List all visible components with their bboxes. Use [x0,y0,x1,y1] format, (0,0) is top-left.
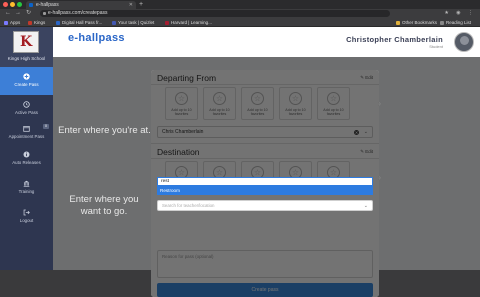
sidebar-item-active-pass[interactable]: Active Pass [0,101,53,115]
bookmark-quizlet[interactable]: Your task | Quizlet [112,18,154,27]
hallpass-icon [56,20,60,25]
school-logo: K [13,31,39,53]
reload-icon[interactable]: ↻ [26,9,31,18]
browser-tab[interactable]: e-hallpass ✕ [26,1,136,9]
tab-title: e-hallpass [36,2,59,8]
sidebar-item-label: Training [18,189,35,194]
sidebar-item-label: Active Pass [15,110,38,115]
sidebar-item-create-pass[interactable]: Create Pass [0,67,53,95]
extension-icons[interactable]: ★ ◉ ⋮ [444,9,476,18]
calendar-icon [23,126,30,132]
sidebar-item-label: Appointment Pass [8,134,45,139]
destination-select[interactable]: Search for teacher/location ⌄ [157,200,373,211]
bookmark-harvard[interactable]: Harvard | Learning... [165,18,212,27]
prompt-where-go: Enter where you want to go. [69,194,139,217]
folder-icon [396,20,400,25]
building-icon [23,180,30,187]
maximize-window-icon[interactable] [17,2,22,7]
forward-icon[interactable]: → [15,9,21,18]
sidebar-item-label: Auto Releases [12,160,41,165]
sidebar-item-training[interactable]: Training [0,180,53,194]
bookmark-digital-hall-pass[interactable]: Digital Hall Pass fr... [56,18,102,27]
chevron-down-icon[interactable]: ⌄ [364,201,368,211]
clock-icon [23,101,30,108]
bookmark-kings[interactable]: Kings [28,18,45,27]
sidebar-item-label: Create Pass [14,82,39,87]
bookmark-other[interactable]: Other Bookmarks [396,18,437,27]
close-window-icon[interactable] [3,2,8,7]
back-icon[interactable]: ← [5,9,11,18]
bookmark-apps[interactable]: Apps [4,18,20,27]
quizlet-icon [112,20,116,25]
harvard-icon [165,20,169,25]
close-tab-icon[interactable]: ✕ [129,1,133,9]
kings-icon [28,20,32,25]
new-tab-icon[interactable]: + [139,0,143,9]
plus-circle-icon [23,73,30,80]
url-text: e-hallpass.com/createpass [48,10,108,16]
destination-search-input[interactable]: rest [157,177,373,186]
sidebar-item-label: Logout [19,218,34,223]
user-role: Student [429,44,443,49]
top-bar: e-hallpass Christopher Chamberlain Stude… [53,27,480,57]
user-name: Christopher Chamberlain [346,35,443,44]
school-header: K Kings High School [0,27,53,67]
favicon-icon [29,3,33,7]
avatar[interactable] [454,32,474,52]
sidebar-item-appointment-pass[interactable]: 0 Appointment Pass [0,124,53,139]
school-name: Kings High School [7,56,46,61]
lock-icon [43,12,46,15]
bookmarks-bar: Apps Kings Digital Hall Pass fr... Your … [0,18,480,27]
url-field[interactable]: e-hallpass.com/createpass [40,10,390,17]
destination-placeholder: Search for teacher/location [162,203,215,208]
active-dropdown-layer: rest Restroom Search for teacher/locatio… [151,70,379,297]
appointment-badge: 0 [43,124,49,129]
reading-list-icon [440,20,444,25]
sidebar-item-logout[interactable]: Logout [0,209,53,223]
browser-tab-strip: e-hallpass ✕ + [0,0,480,9]
info-icon [23,151,30,158]
sidebar-item-auto-releases[interactable]: Auto Releases [0,151,53,165]
sidebar: K Kings High School Create Pass Active P… [0,27,53,270]
bookmark-reading-list[interactable]: Reading List [440,18,471,27]
search-value: rest [161,179,169,184]
minimize-window-icon[interactable] [10,2,15,7]
prompt-where-at: Enter where you're at. [58,125,151,136]
address-bar: ← → ↻ e-hallpass.com/createpass ★ ◉ ⋮ [0,9,480,18]
logout-icon [23,209,30,216]
dropdown-option-restroom[interactable]: Restroom [157,186,373,195]
apps-icon [4,20,8,25]
brand-logo: e-hallpass [68,32,125,44]
